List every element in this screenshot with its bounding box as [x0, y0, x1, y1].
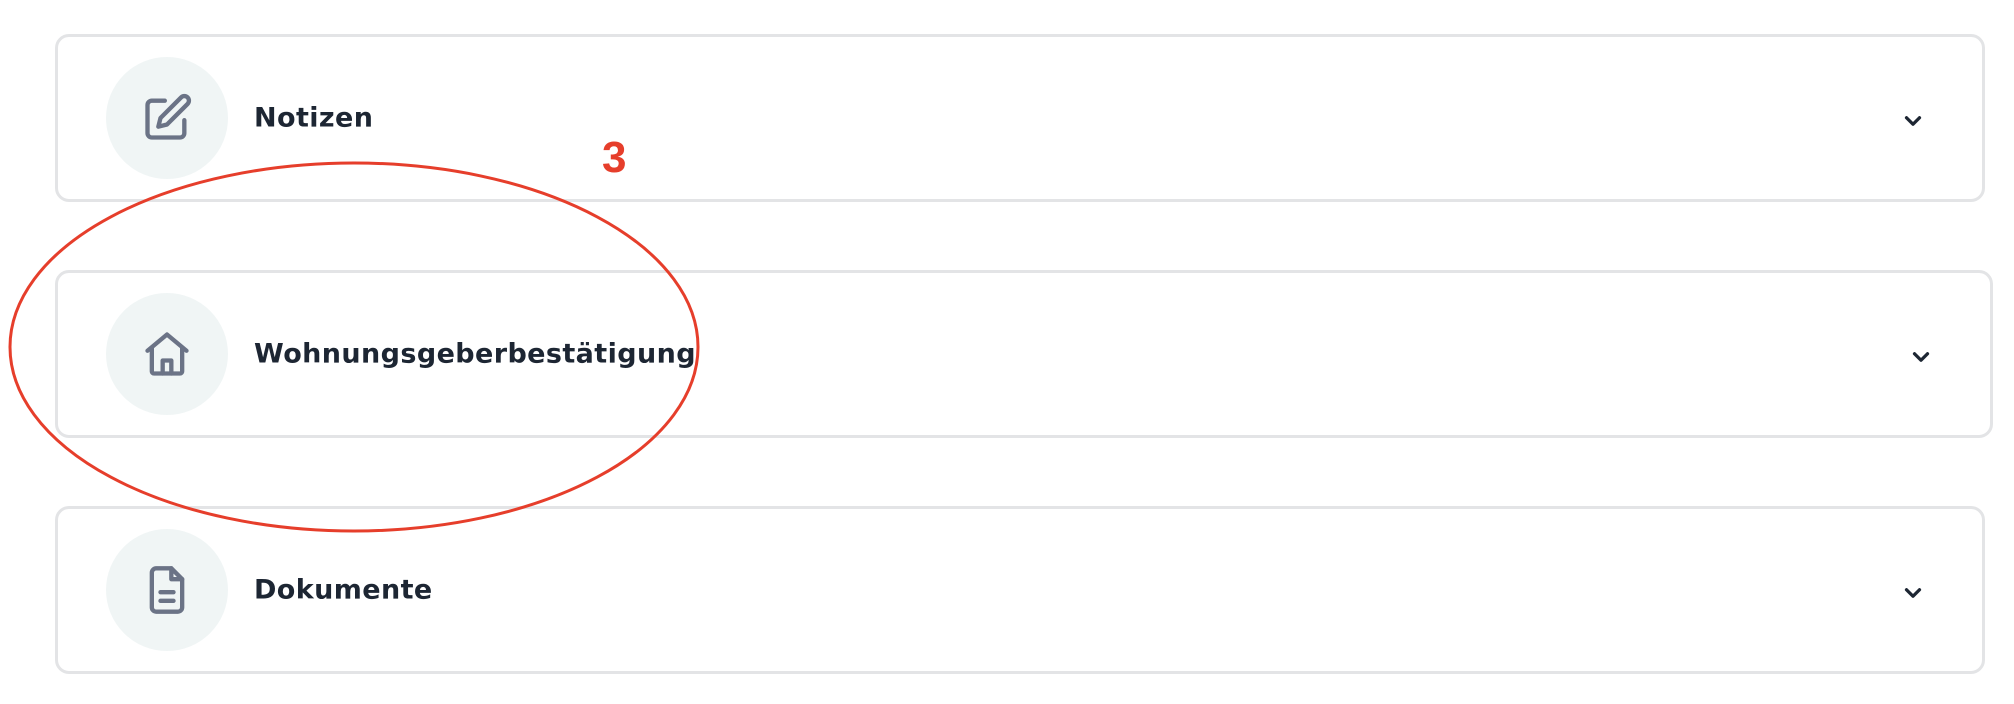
chevron-down-icon [1912, 352, 1930, 362]
expand-toggle-landlord-confirmation[interactable] [1906, 342, 1936, 372]
house-icon [145, 332, 189, 376]
section-label-notes: Notizen [254, 102, 374, 134]
documents-icon-badge [106, 529, 228, 651]
section-label-landlord-confirmation: Wohnungsgeberbestätigung [254, 338, 696, 370]
expand-toggle-documents[interactable] [1898, 578, 1928, 608]
edit-icon [145, 93, 192, 140]
annotation-number-label: 3 [602, 133, 627, 182]
accordion-section-notes[interactable]: Notizen [55, 34, 1985, 202]
chevron-down-icon [1904, 116, 1922, 126]
notes-icon-badge [106, 57, 228, 179]
accordion-section-documents[interactable]: Dokumente [55, 506, 1985, 674]
section-label-documents: Dokumente [254, 574, 433, 606]
document-icon [149, 566, 185, 614]
accordion-section-landlord-confirmation[interactable]: Wohnungsgeberbestätigung [55, 270, 1993, 438]
expand-toggle-notes[interactable] [1898, 106, 1928, 136]
chevron-down-icon [1904, 588, 1922, 598]
landlord-icon-badge [106, 293, 228, 415]
